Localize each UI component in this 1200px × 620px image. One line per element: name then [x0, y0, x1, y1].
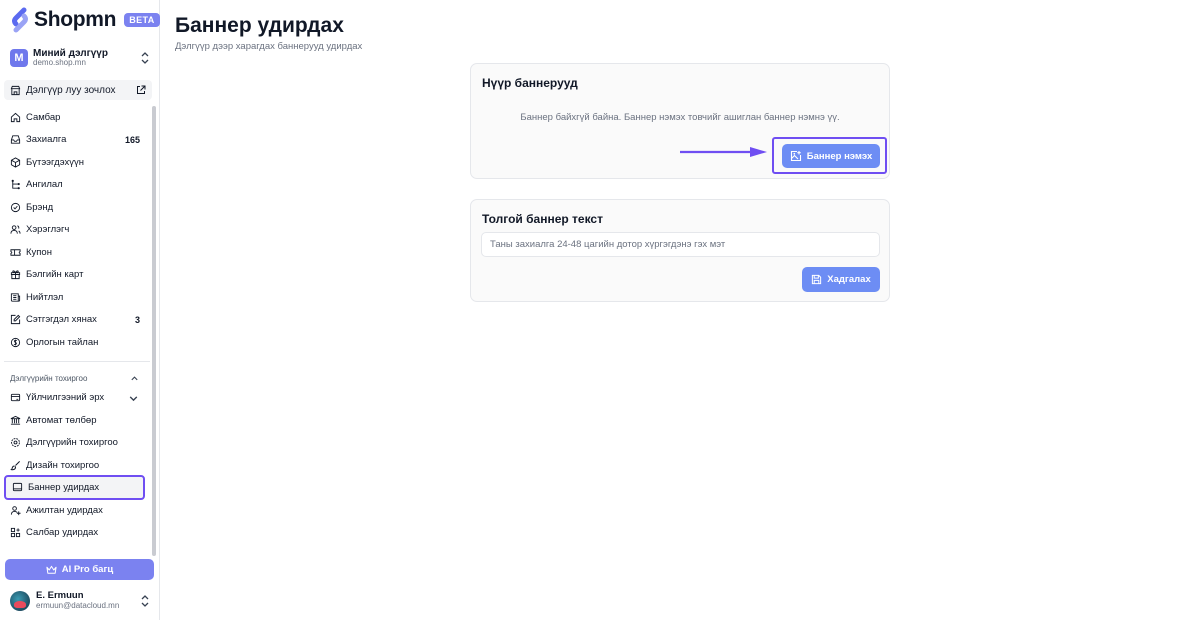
visit-store-link[interactable]: Дэлгүүр луу зочлох	[4, 80, 152, 100]
sidebar-item-label: Бэлгийн карт	[26, 269, 84, 280]
header-banner-text-title: Толгой баннер текст	[482, 212, 603, 226]
sidebar-item-label: Баннер удирдах	[28, 482, 100, 493]
avatar	[10, 591, 30, 611]
badge-icon	[10, 202, 21, 213]
logo-text: Shopmn	[34, 8, 117, 31]
header-banner-text-input[interactable]	[481, 232, 880, 257]
store-domain: demo.shop.mn	[33, 58, 86, 68]
page-subtitle: Дэлгүүр дээр харагдах баннерууд удирдах	[175, 41, 363, 52]
arrow-right-icon	[680, 147, 767, 157]
sidebar-item-label: Купон	[26, 247, 52, 258]
crown-icon	[46, 565, 57, 574]
user-menu[interactable]: E. Ermuun ermuun@datacloud.mn	[10, 589, 152, 613]
sidebar-item-gift-cards[interactable]: Бэлгийн карт	[4, 264, 145, 285]
sidebar-divider	[4, 361, 150, 362]
store-switcher[interactable]: M Миний дэлгүүр demo.shop.mn	[10, 46, 152, 70]
money-icon	[10, 337, 21, 348]
store-icon	[10, 85, 21, 95]
sidebar-item-label: Орлогын тайлан	[26, 337, 99, 348]
monitor-icon	[12, 482, 23, 492]
add-banner-button[interactable]: Баннер нэмэх	[782, 144, 880, 168]
sidebar-item-customers[interactable]: Хэрэглэгч	[4, 219, 145, 240]
image-plus-icon	[790, 150, 801, 162]
orders-count-badge: 165	[124, 134, 140, 145]
reviews-count-badge: 3	[134, 314, 140, 325]
sidebar-item-auto-payment[interactable]: Автомат төлбөр	[4, 410, 145, 431]
sidebar-item-banners[interactable]: Баннер удирдах	[4, 475, 145, 500]
save-button[interactable]: Хадгалах	[802, 267, 880, 292]
sidebar-item-label: Дэлгүүрийн тохиргоо	[26, 437, 118, 448]
page-title: Баннер удирдах	[175, 14, 344, 37]
sidebar-item-coupons[interactable]: Купон	[4, 242, 145, 263]
hierarchy-icon	[11, 179, 20, 190]
inbox-icon	[10, 135, 21, 144]
ticket-icon	[10, 249, 21, 256]
grid-plus-icon	[10, 527, 21, 538]
sidebar-item-label: Захиалга	[26, 134, 67, 145]
sidebar: Shopmn BETA M Миний дэлгүүр demo.shop.mn…	[0, 0, 160, 620]
external-link-icon	[137, 85, 146, 94]
sidebar-item-brands[interactable]: Брэнд	[4, 197, 145, 218]
shopmn-logo-icon	[12, 7, 28, 33]
chevron-up-down-icon	[141, 52, 149, 64]
home-banners-card: Нүүр баннерууд Баннер байхгүй байна. Бан…	[470, 63, 890, 179]
sidebar-item-subscription[interactable]: Үйлчилгээний эрх	[4, 387, 145, 408]
ai-pro-label: AI Pro багц	[61, 564, 114, 575]
sidebar-item-reviews[interactable]: Сэтгэгдэл хянах 3	[4, 309, 145, 330]
edit-square-icon	[10, 314, 21, 325]
gift-icon	[10, 270, 21, 280]
beta-badge: BETA	[124, 13, 160, 27]
sidebar-item-categories[interactable]: Ангилал	[4, 174, 145, 195]
sidebar-item-label: Ангилал	[26, 179, 63, 190]
store-avatar: M	[10, 49, 28, 67]
sidebar-item-label: Дизайн тохиргоо	[26, 460, 100, 471]
settings-section-label: Дэлгүүрийн тохиргоо	[10, 374, 88, 383]
empty-state-text: Баннер байхгүй байна. Баннер нэмэх товчи…	[520, 112, 840, 123]
sidebar-item-label: Салбар удирдах	[26, 527, 99, 538]
sidebar-item-label: Самбар	[26, 112, 61, 123]
gear-icon	[11, 438, 20, 447]
home-icon	[10, 112, 21, 123]
bank-icon	[10, 415, 21, 425]
users-icon	[10, 225, 21, 234]
sidebar-item-branches[interactable]: Салбар удирдах	[4, 522, 145, 543]
add-banner-label: Баннер нэмэх	[806, 150, 873, 162]
sidebar-item-label: Автомат төлбөр	[26, 415, 97, 426]
sidebar-item-label: Бүтээгдэхүүн	[26, 157, 84, 168]
save-icon	[812, 274, 822, 285]
logo[interactable]: Shopmn BETA	[10, 7, 160, 33]
sidebar-item-dashboard[interactable]: Самбар	[4, 107, 145, 128]
sidebar-item-label: Сэтгэгдэл хянах	[26, 314, 97, 325]
sidebar-item-expense-report[interactable]: Орлогын тайлан	[4, 332, 145, 353]
newspaper-icon	[10, 293, 21, 302]
credit-card-icon	[10, 393, 21, 402]
sidebar-item-label: Нийтлэл	[26, 292, 64, 303]
box-icon	[10, 157, 21, 168]
sidebar-item-store-settings[interactable]: Дэлгүүрийн тохиргоо	[4, 432, 145, 453]
sidebar-item-orders[interactable]: Захиалга 165	[4, 129, 145, 150]
sidebar-item-products[interactable]: Бүтээгдэхүүн	[4, 152, 145, 173]
sidebar-item-posts[interactable]: Нийтлэл	[4, 287, 145, 308]
save-label: Хадгалах	[827, 274, 871, 285]
sidebar-item-label: Ажилтан удирдах	[26, 505, 103, 516]
sidebar-item-label: Хэрэглэгч	[26, 224, 70, 235]
home-banners-title: Нүүр баннерууд	[482, 76, 578, 90]
user-email: ermuun@datacloud.mn	[36, 600, 120, 610]
chevron-up-icon[interactable]	[130, 374, 139, 383]
sidebar-item-design-settings[interactable]: Дизайн тохиргоо	[4, 455, 145, 476]
sidebar-item-label: Брэнд	[26, 202, 54, 213]
visit-store-label: Дэлгүүр луу зочлох	[26, 84, 116, 96]
sidebar-scrollbar[interactable]	[152, 106, 156, 556]
user-plus-icon	[10, 506, 21, 516]
header-banner-text-card: Толгой баннер текст Хадгалах	[470, 199, 890, 302]
chevron-down-icon	[129, 396, 138, 402]
sidebar-item-label: Үйлчилгээний эрх	[26, 392, 105, 403]
ai-pro-button[interactable]: AI Pro багц	[5, 559, 154, 580]
chevron-up-down-icon	[141, 595, 149, 607]
paint-brush-icon	[10, 461, 20, 471]
sidebar-item-staff[interactable]: Ажилтан удирдах	[4, 500, 145, 521]
